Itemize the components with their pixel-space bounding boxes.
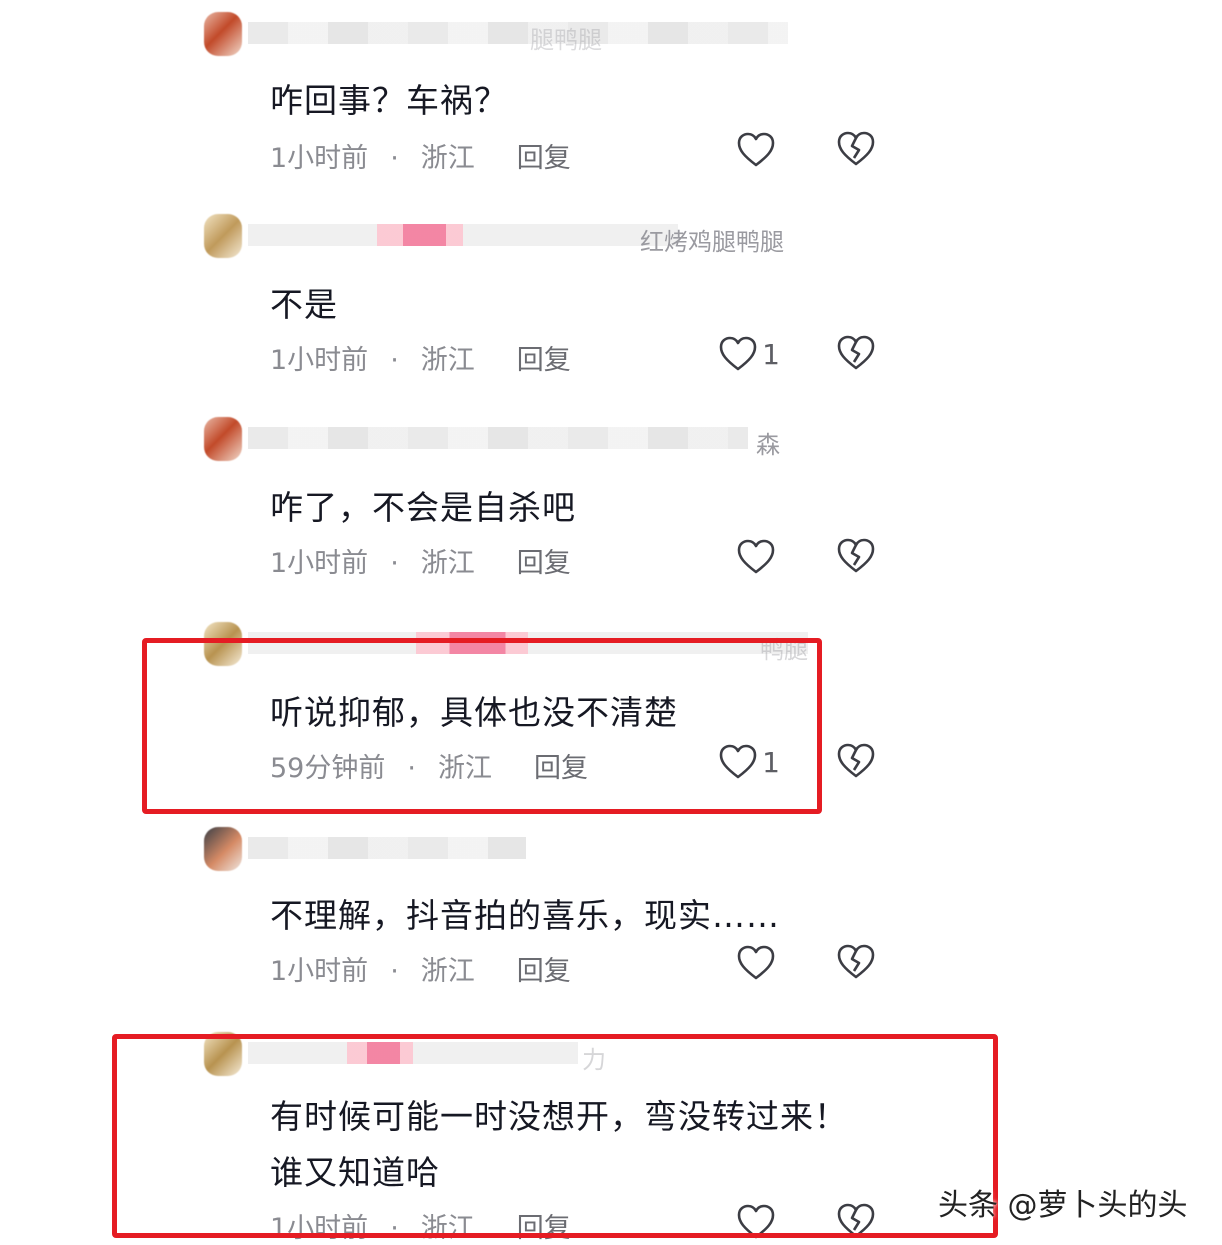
highlight-box (142, 638, 822, 814)
like-count: 1 (762, 337, 780, 371)
reply-button[interactable]: 回复 (517, 541, 571, 580)
username-suffix: 红烤鸡腿鸭腿 (640, 228, 784, 256)
broken-heart-icon (836, 943, 878, 981)
avatar[interactable] (204, 417, 242, 461)
comment-text: 不理解，抖音拍的喜乐，现实…… (270, 896, 780, 935)
username-suffix: 腿鸭腿 (530, 26, 602, 54)
highlight-box (112, 1034, 998, 1238)
reply-button[interactable]: 回复 (517, 949, 571, 988)
comment-text: 咋了，不会是自杀吧 (270, 488, 576, 527)
heart-outline-icon (736, 538, 776, 576)
like-button[interactable] (660, 535, 780, 579)
like-button[interactable] (660, 128, 780, 172)
comment-item: 腿鸭腿 咋回事？车祸？ 1小时前 · 浙江 回复 (0, 10, 1222, 200)
like-button[interactable] (660, 941, 780, 985)
heart-outline-icon (736, 131, 776, 169)
comment-item: 红烤鸡腿鸭腿 不是 1小时前 · 浙江 回复 1 (0, 212, 1222, 402)
comment-location: 浙江 (420, 548, 475, 579)
comment-item: 森 咋了，不会是自杀吧 1小时前 · 浙江 回复 (0, 415, 1222, 605)
broken-heart-icon (836, 537, 878, 575)
comment-location: 浙江 (420, 143, 475, 174)
comment-time: 1小时前 (270, 956, 369, 987)
comment-header: 腿鸭腿 (200, 10, 900, 60)
comment-text: 咋回事？车祸？ (270, 81, 508, 120)
comment-item: 不理解，抖音拍的喜乐，现实…… 1小时前 · 浙江 回复 (0, 825, 1222, 1015)
avatar[interactable] (204, 827, 242, 871)
avatar[interactable] (204, 214, 242, 258)
reply-button[interactable]: 回复 (517, 338, 571, 377)
dislike-button[interactable] (836, 334, 878, 376)
separator: · (390, 345, 399, 376)
username-blurred[interactable] (248, 22, 788, 44)
separator: · (390, 956, 399, 987)
dislike-button[interactable] (836, 742, 878, 784)
comment-meta: 1小时前 · 浙江 回复 (270, 541, 571, 580)
broken-heart-icon (836, 742, 878, 780)
comment-time: 1小时前 (270, 548, 369, 579)
separator: · (390, 143, 399, 174)
username-blurred[interactable] (248, 837, 526, 859)
separator: · (390, 548, 399, 579)
dislike-button[interactable] (836, 130, 878, 172)
reply-button[interactable]: 回复 (517, 136, 571, 175)
comment-meta: 1小时前 · 浙江 回复 (270, 338, 571, 377)
broken-heart-icon (836, 130, 878, 168)
dislike-button[interactable] (836, 943, 878, 985)
dislike-button[interactable] (836, 537, 878, 579)
comment-meta: 1小时前 · 浙江 回复 (270, 136, 571, 175)
heart-outline-icon (736, 944, 776, 982)
comment-header: 森 (200, 415, 900, 465)
username-blurred[interactable] (248, 224, 678, 246)
comment-meta: 1小时前 · 浙江 回复 (270, 949, 571, 988)
comment-time: 1小时前 (270, 345, 369, 376)
comment-location: 浙江 (420, 345, 475, 376)
broken-heart-icon (836, 334, 878, 372)
watermark: 头条 @萝卜头的头 (938, 1188, 1188, 1223)
comment-header: 红烤鸡腿鸭腿 (200, 212, 900, 262)
username-blurred[interactable] (248, 427, 748, 449)
comment-header (200, 825, 900, 875)
like-button[interactable]: 1 (660, 332, 780, 376)
heart-outline-icon (718, 335, 758, 373)
comment-time: 1小时前 (270, 143, 369, 174)
comment-location: 浙江 (420, 956, 475, 987)
username-suffix: 森 (756, 431, 780, 459)
avatar[interactable] (204, 12, 242, 56)
comment-text: 不是 (270, 285, 338, 324)
